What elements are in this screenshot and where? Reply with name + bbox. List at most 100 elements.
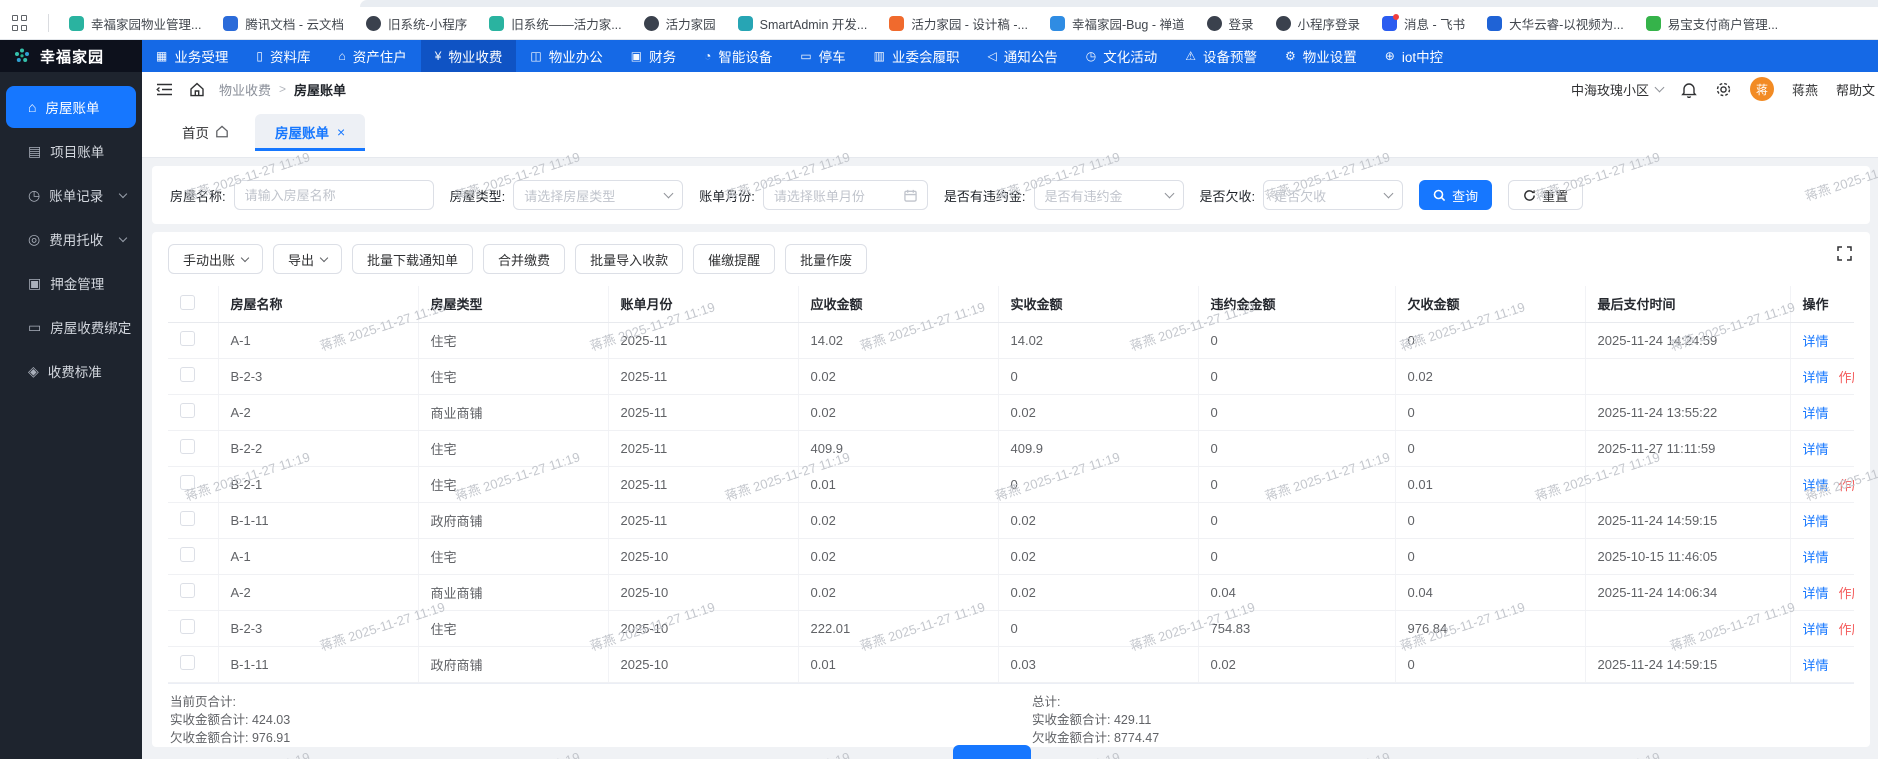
- bookmark-zentao[interactable]: 幸福家园-Bug - 禅道: [1049, 14, 1185, 33]
- nav-item-finance[interactable]: ▣ 财务: [617, 40, 690, 72]
- bookmark-dahua[interactable]: 大华云睿-以视频为...: [1487, 14, 1624, 33]
- house-type-select[interactable]: 请选择房屋类型: [513, 180, 684, 210]
- bookmark-globe[interactable]: 小程序登录: [1275, 14, 1360, 33]
- pagination-cropped-element[interactable]: [953, 745, 1031, 759]
- nav-item-device-alerts[interactable]: ⚠ 设备预警: [1171, 40, 1271, 72]
- help-link[interactable]: 帮助文: [1836, 80, 1876, 99]
- filter-field: 是否欠收: 是否欠收: [1200, 180, 1404, 210]
- penalty-select[interactable]: 是否有违约金: [1033, 180, 1184, 210]
- nav-item-culture-activities[interactable]: ◷ 文化活动: [1072, 40, 1171, 72]
- row-checkbox[interactable]: [180, 655, 195, 670]
- row-checkbox[interactable]: [180, 439, 195, 454]
- row-checkbox[interactable]: [180, 511, 195, 526]
- bookmark-flower[interactable]: 幸福家园物业管理...: [69, 14, 201, 33]
- select-all-checkbox[interactable]: [180, 294, 195, 310]
- tab-home[interactable]: 首页: [182, 122, 229, 142]
- nav-item-property-office[interactable]: ◫ 物业办公: [516, 40, 616, 72]
- bills-card: 手动出账 导出 批量下载通知单 合并缴费 批量导入收款 催缴提醒 批量作废 房屋名称 房屋类型…: [152, 232, 1870, 747]
- bills-table-wrap: 房屋名称 房屋类型 账单月份 应收金额 实收金额 违约金金额 欠收金额 最后支付时间 操作 A-1…: [168, 286, 1854, 683]
- row-checkbox[interactable]: [180, 619, 195, 634]
- nav-item-iot-center[interactable]: ⊕ iot中控: [1371, 40, 1457, 72]
- collection-reminder-button[interactable]: 催缴提醒: [693, 244, 776, 274]
- house-name-input[interactable]: [233, 180, 434, 210]
- bookmark-yeepay[interactable]: 易宝支付商户管理...: [1645, 14, 1778, 33]
- nav-item-library[interactable]: ▯ 资料库: [242, 40, 324, 72]
- action-link[interactable]: 详情: [1803, 514, 1829, 529]
- batch-void-button[interactable]: 批量作废: [785, 244, 868, 274]
- sidebar-item-house-bills[interactable]: ⌂ 房屋账单: [6, 86, 136, 128]
- nav-item-assets-residents[interactable]: ⌂ 资产住户: [324, 40, 420, 72]
- bookmark-design[interactable]: 活力家园 - 设计稿 -...: [889, 14, 1028, 33]
- avatar[interactable]: 蒋: [1749, 77, 1774, 101]
- cell-month: 2025-10: [608, 646, 799, 683]
- action-link[interactable]: 详情: [1803, 406, 1829, 421]
- action-link[interactable]: 详情: [1803, 442, 1829, 457]
- bookmark-globe[interactable]: 活力家园: [643, 14, 716, 33]
- search-button[interactable]: 查询: [1419, 180, 1493, 210]
- sidebar-item-deposit-management[interactable]: ▣ 押金管理: [6, 262, 136, 304]
- nav-item-smart-devices[interactable]: ◔ 智能设备: [690, 40, 786, 72]
- community-selector[interactable]: 中海玫瑰小区: [1571, 80, 1665, 99]
- void-action-link[interactable]: 作废: [1839, 478, 1854, 493]
- bookmark-tencent-docs[interactable]: 腾讯文档 - 云文档: [223, 14, 344, 33]
- row-checkbox[interactable]: [180, 475, 195, 490]
- breadcrumb-section[interactable]: 物业收费: [219, 80, 271, 99]
- row-checkbox[interactable]: [180, 367, 195, 382]
- sidebar-item-house-fee-binding[interactable]: ▭ 房屋收费绑定: [6, 306, 136, 348]
- bookmark-feishu[interactable]: 消息 - 飞书: [1382, 13, 1465, 33]
- bookmark-flower[interactable]: 旧系统——活力家...: [489, 14, 622, 33]
- apps-grid-icon[interactable]: [12, 15, 28, 31]
- tab-house-bills[interactable]: 房屋账单 ×: [255, 113, 366, 151]
- nav-item-announcements[interactable]: ◁ 通知公告: [974, 40, 1072, 72]
- manual-billing-button[interactable]: 手动出账: [168, 244, 264, 274]
- current-page-title: 当前页合计:: [170, 694, 236, 709]
- sidebar-collapse-icon[interactable]: [156, 82, 173, 97]
- action-link[interactable]: 详情: [1803, 370, 1829, 385]
- nav-item-business-accept[interactable]: ▦ 业务受理: [142, 40, 242, 72]
- nav-item-parking[interactable]: ▭ 停车: [786, 40, 859, 72]
- merge-payment-button[interactable]: 合并缴费: [483, 244, 566, 274]
- export-button[interactable]: 导出: [273, 244, 343, 274]
- nav-item-committee[interactable]: ▥ 业委会履职: [860, 40, 974, 72]
- action-link[interactable]: 详情: [1803, 478, 1829, 493]
- gear-icon[interactable]: [1715, 81, 1732, 98]
- action-link[interactable]: 详情: [1803, 658, 1829, 673]
- flower-logo-icon: [15, 48, 29, 62]
- sidebar-item-fee-standards[interactable]: ◈ 收费标准: [6, 350, 136, 392]
- unpaid-select[interactable]: 是否欠收: [1263, 180, 1404, 210]
- bookmark-smartadmin[interactable]: SmartAdmin 开发...: [737, 14, 867, 33]
- action-link[interactable]: 详情: [1803, 334, 1829, 349]
- void-action-link[interactable]: 作废: [1839, 586, 1854, 601]
- home-icon[interactable]: [189, 82, 205, 97]
- void-action-link[interactable]: 作废: [1839, 370, 1854, 385]
- fullscreen-icon[interactable]: [1837, 246, 1852, 261]
- bookmarks-bar: 幸福家园物业管理... 腾讯文档 - 云文档 旧系统-小程序 旧系统——活力家... 活…: [0, 0, 1878, 40]
- action-link[interactable]: 详情: [1803, 586, 1829, 601]
- bookmark-globe[interactable]: 登录: [1206, 14, 1254, 33]
- toolbar-button-label: 批量下载通知单: [367, 252, 459, 268]
- close-icon[interactable]: ×: [337, 124, 345, 140]
- cell-type: 住宅: [418, 322, 609, 359]
- user-name[interactable]: 蒋燕: [1792, 80, 1818, 99]
- batch-download-notice-button[interactable]: 批量下载通知单: [352, 244, 474, 274]
- action-link[interactable]: 详情: [1803, 622, 1829, 637]
- sidebar-item-bill-records[interactable]: ◷ 账单记录: [6, 174, 136, 216]
- brand-logo[interactable]: 幸福家园: [0, 40, 142, 72]
- row-checkbox[interactable]: [180, 403, 195, 418]
- bill-month-picker[interactable]: 请选择账单月份: [762, 180, 928, 210]
- reset-button[interactable]: 重置: [1508, 180, 1584, 210]
- row-checkbox[interactable]: [180, 547, 195, 562]
- bookmark-globe[interactable]: 旧系统-小程序: [366, 14, 467, 33]
- nav-item-property-settings[interactable]: ⚙ 物业设置: [1271, 40, 1371, 72]
- batch-import-receipt-button[interactable]: 批量导入收款: [575, 244, 684, 274]
- action-link[interactable]: 详情: [1803, 550, 1829, 565]
- sidebar-item-project-bills[interactable]: ▤ 项目账单: [6, 130, 136, 172]
- row-checkbox[interactable]: [180, 583, 195, 598]
- cell-penalty: 0: [1198, 538, 1396, 575]
- nav-item-property-fees[interactable]: ¥ 物业收费: [420, 40, 517, 72]
- void-action-link[interactable]: 作废: [1839, 622, 1854, 637]
- row-checkbox[interactable]: [180, 331, 195, 346]
- bell-icon[interactable]: [1681, 81, 1697, 98]
- sidebar-item-fee-collection[interactable]: ◎ 费用托收: [6, 218, 136, 260]
- dahua-favicon: [1487, 15, 1503, 31]
